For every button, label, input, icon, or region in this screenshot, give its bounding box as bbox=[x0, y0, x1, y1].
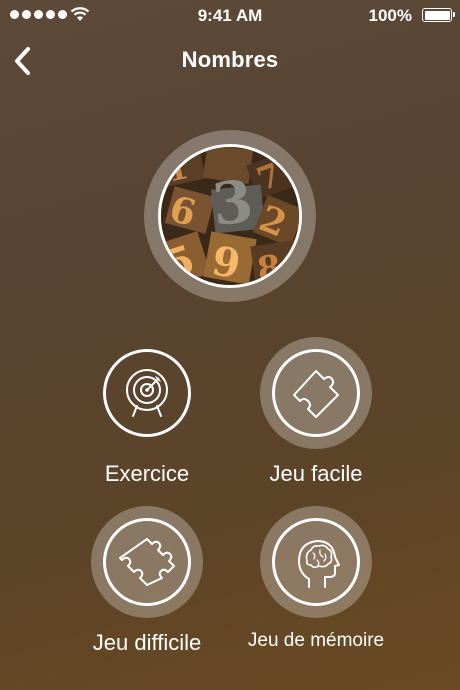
memory-game-label: Jeu de mémoire bbox=[247, 630, 385, 651]
puzzle-piece-icon bbox=[119, 538, 175, 586]
easy-game-halo bbox=[260, 337, 372, 449]
battery-icon bbox=[422, 8, 455, 22]
puzzle-piece-icon bbox=[293, 370, 339, 418]
exercise-option[interactable]: Exercice bbox=[57, 337, 237, 487]
hard-game-circle bbox=[103, 518, 191, 606]
brain-head-icon bbox=[298, 540, 340, 588]
hero-image: 3 1 7 6 2 5 9 8 bbox=[158, 144, 302, 288]
memory-game-circle bbox=[272, 518, 360, 606]
easy-game-circle bbox=[272, 349, 360, 437]
easy-game-option[interactable]: Jeu facile bbox=[226, 337, 406, 487]
hard-game-option[interactable]: Jeu difficile bbox=[57, 506, 237, 656]
status-bar: 9:41 AM 100% bbox=[0, 0, 460, 30]
hard-game-halo bbox=[91, 506, 203, 618]
hero-image-ring: 3 1 7 6 2 5 9 8 bbox=[144, 130, 316, 302]
exercise-circle bbox=[103, 349, 191, 437]
letterpress-numbers-image: 3 1 7 6 2 5 9 8 bbox=[161, 147, 299, 285]
target-icon bbox=[126, 369, 168, 417]
hard-game-label: Jeu difficile bbox=[92, 630, 202, 655]
svg-text:3: 3 bbox=[209, 167, 256, 239]
exercise-halo bbox=[91, 337, 203, 449]
page-title: Nombres bbox=[181, 47, 279, 72]
exercise-label: Exercice bbox=[104, 461, 190, 486]
easy-game-label: Jeu facile bbox=[269, 461, 363, 486]
memory-game-option[interactable]: Jeu de mémoire bbox=[226, 506, 406, 652]
nav-bar: Nombres bbox=[0, 38, 460, 82]
memory-game-halo bbox=[260, 506, 372, 618]
battery-percentage: 100% bbox=[368, 6, 412, 25]
